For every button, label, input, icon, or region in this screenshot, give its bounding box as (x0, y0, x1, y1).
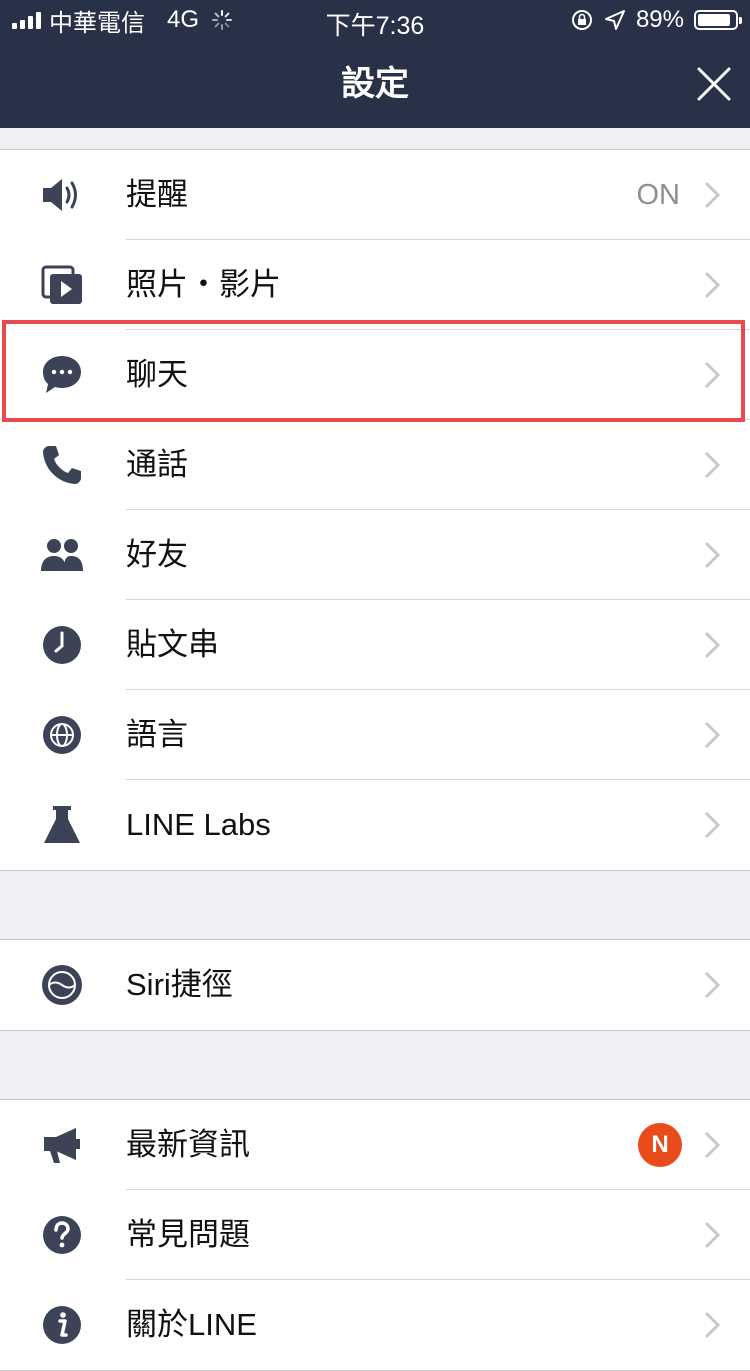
settings-group-siri: Siri捷徑 (0, 939, 750, 1031)
notification-status-value: ON (636, 179, 681, 211)
location-arrow-icon (604, 10, 625, 30)
settings-row-language[interactable]: 語言 (0, 690, 750, 780)
loading-spinner-icon (212, 10, 233, 30)
settings-group-info: 最新資訊 N 常見問題 關於LINE (0, 1099, 750, 1371)
chevron-right-icon (704, 811, 720, 839)
friends-icon (41, 539, 83, 571)
close-icon[interactable] (696, 66, 732, 102)
settings-row-label: 關於LINE (126, 1307, 257, 1342)
settings-row-label: 通話 (126, 447, 188, 482)
settings-row-label: 照片・影片 (126, 267, 281, 302)
settings-row-label: 提醒 (126, 177, 188, 212)
settings-row-calls[interactable]: 通話 (0, 420, 750, 510)
carrier-name: 中華電信 (49, 9, 145, 37)
settings-row-line-labs[interactable]: LINE Labs (0, 780, 750, 870)
settings-group-main: 提醒 ON 照片・影片 聊天 通話 好友 貼文串 語言 LINE Labs (0, 149, 750, 871)
settings-row-label: 好友 (126, 537, 188, 572)
settings-row-siri-shortcuts[interactable]: Siri捷徑 (0, 940, 750, 1030)
settings-row-label: Siri捷徑 (126, 967, 233, 1002)
chevron-right-icon (704, 271, 720, 299)
chevron-right-icon (704, 361, 720, 389)
battery-fill (698, 14, 731, 26)
phone-icon (43, 446, 81, 484)
chevron-right-icon (704, 541, 720, 569)
chevron-right-icon (704, 1131, 720, 1159)
clock-icon (43, 626, 81, 664)
globe-icon (43, 716, 81, 754)
settings-row-label: 常見問題 (126, 1217, 250, 1252)
status-right: 89% (570, 6, 742, 34)
chevron-right-icon (704, 451, 720, 479)
settings-row-timeline[interactable]: 貼文串 (0, 600, 750, 690)
battery-icon (694, 10, 742, 30)
navigation-bar: 設定 (0, 40, 750, 128)
settings-row-about[interactable]: 關於LINE (0, 1280, 750, 1370)
settings-row-notifications[interactable]: 提醒 ON (0, 150, 750, 240)
settings-row-label: LINE Labs (126, 807, 271, 842)
settings-row-news[interactable]: 最新資訊 N (0, 1100, 750, 1190)
status-bar: 中華電信 4G 下午7:36 89% (0, 0, 750, 40)
page-title: 設定 (341, 65, 409, 103)
chevron-right-icon (704, 1221, 720, 1249)
orientation-lock-icon (571, 10, 592, 30)
flask-icon (44, 806, 80, 843)
siri-icon (42, 965, 82, 1005)
speaker-icon (43, 179, 77, 211)
settings-row-photos-videos[interactable]: 照片・影片 (0, 240, 750, 330)
chat-bubble-icon (43, 356, 81, 393)
settings-row-friends[interactable]: 好友 (0, 510, 750, 600)
settings-row-label: 語言 (126, 717, 188, 752)
chevron-right-icon (704, 181, 720, 209)
battery-percent: 89% (635, 6, 684, 33)
settings-row-chat[interactable]: 聊天 (0, 330, 750, 420)
info-icon (43, 1306, 81, 1344)
settings-row-label: 貼文串 (126, 627, 219, 662)
settings-row-faq[interactable]: 常見問題 (0, 1190, 750, 1280)
settings-row-label: 最新資訊 (126, 1127, 250, 1162)
megaphone-icon (44, 1128, 80, 1163)
chevron-right-icon (704, 1311, 720, 1339)
status-left: 中華電信 4G (12, 6, 233, 37)
network-type: 4G (167, 6, 200, 33)
chevron-right-icon (704, 971, 720, 999)
new-badge: N (638, 1123, 682, 1167)
question-icon (43, 1216, 81, 1254)
photo-video-icon (41, 265, 82, 304)
signal-strength-icon (12, 11, 41, 29)
chevron-right-icon (704, 721, 720, 749)
settings-row-label: 聊天 (126, 357, 188, 392)
chevron-right-icon (704, 631, 720, 659)
